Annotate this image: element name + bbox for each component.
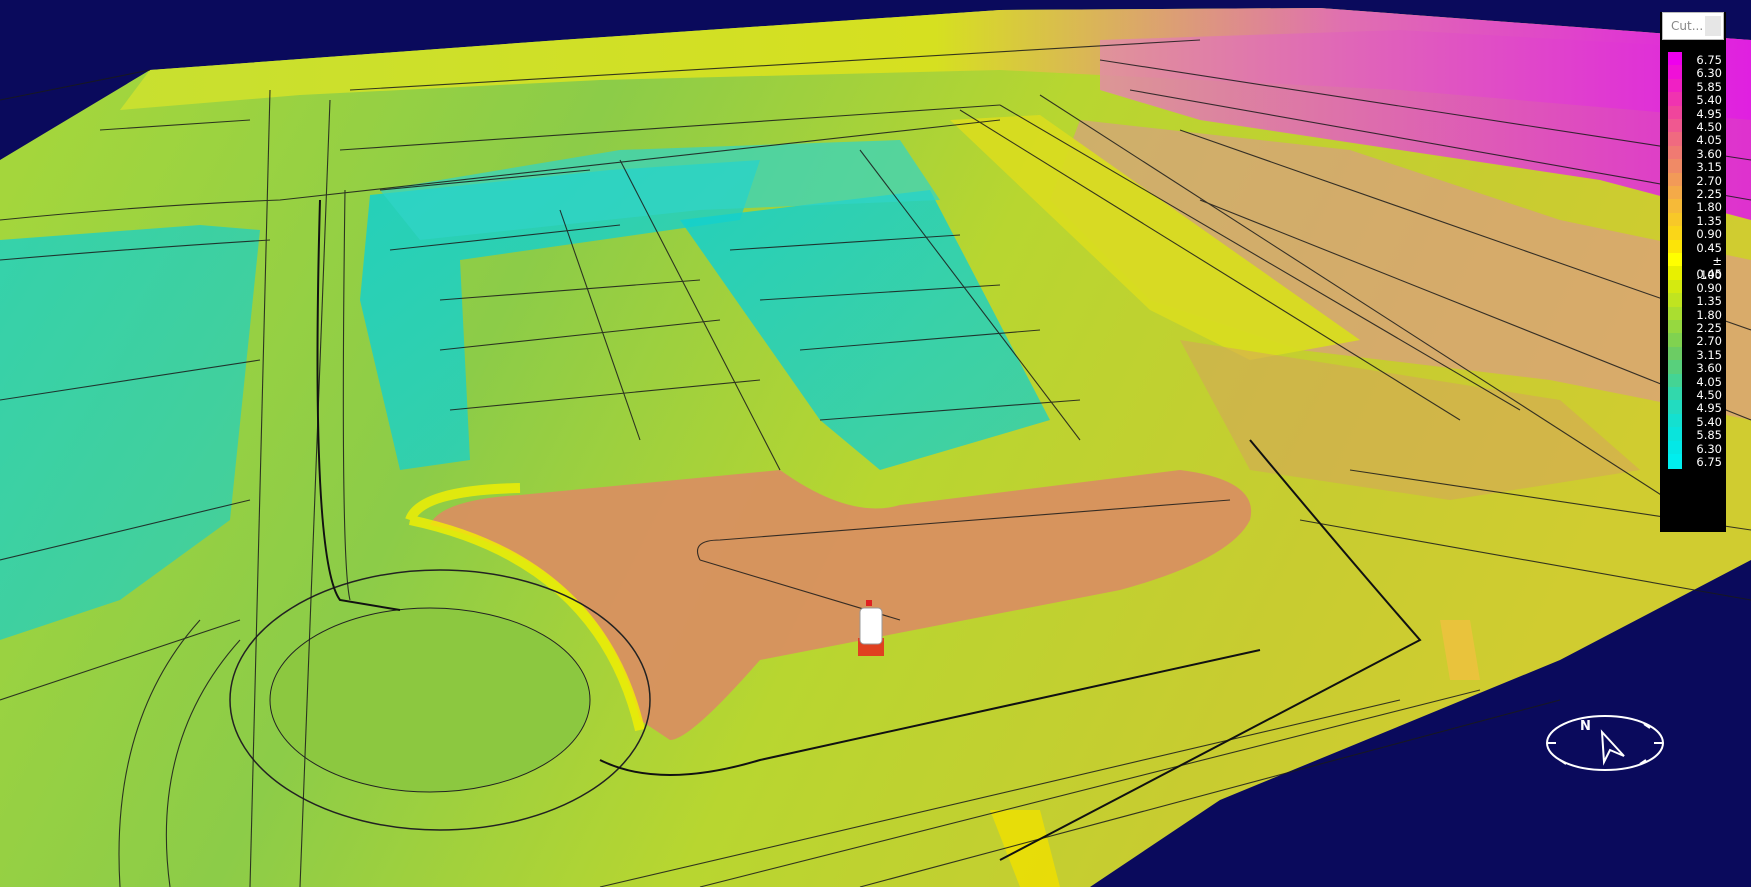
cut-fill-mode-dropdown[interactable]: Cut... xyxy=(1662,12,1724,40)
compass-rose-icon[interactable]: N xyxy=(1544,712,1666,774)
svg-text:N: N xyxy=(1580,719,1591,734)
survey-vehicle-icon[interactable] xyxy=(858,600,884,656)
legend-entry: 6.75 xyxy=(1662,454,1726,469)
chevron-down-icon[interactable] xyxy=(1705,16,1721,36)
legend-value: 6.75 xyxy=(1696,455,1722,469)
dropdown-label: Cut... xyxy=(1671,19,1704,33)
cut-fill-legend: 6.75 6.30 5.85 5.40 4.95 4.50 4.05 3.60 3.15 2.70… xyxy=(1662,52,1726,532)
legend-swatch xyxy=(1668,454,1682,469)
circular-pad xyxy=(269,607,591,793)
3d-terrain-viewport[interactable] xyxy=(0,0,1751,887)
